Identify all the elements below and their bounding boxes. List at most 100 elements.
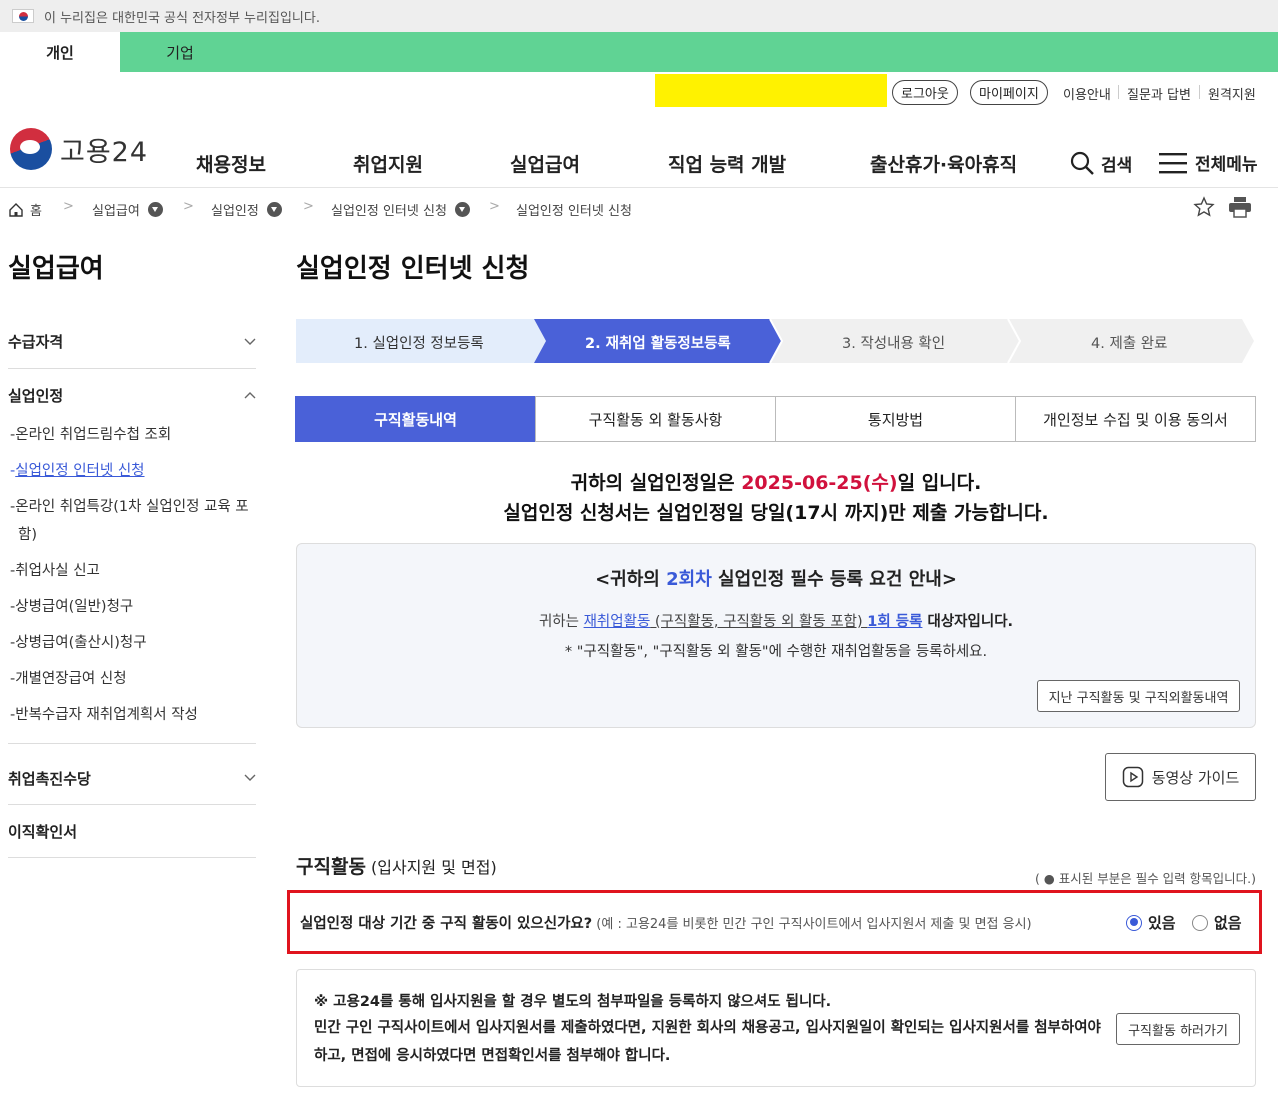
- mypage-button[interactable]: 마이페이지: [970, 80, 1048, 105]
- dropdown-icon[interactable]: [147, 202, 163, 217]
- left-nav-section-eligibility[interactable]: 수급자격: [8, 315, 256, 369]
- notice-text: 일 입니다.: [897, 472, 982, 494]
- content-tabs: 구직활동내역 구직활동 외 활동사항 통지방법 개인정보 수집 및 이용 동의서: [295, 396, 1256, 442]
- chevron-right-icon: >: [63, 199, 74, 214]
- subitem-label: 실업인정 인터넷 신청: [15, 463, 145, 479]
- print-icon: [1229, 197, 1251, 218]
- radio-no[interactable]: 없음: [1192, 912, 1242, 933]
- nav-jobs[interactable]: 채용정보: [196, 150, 266, 177]
- requirement-hint: * "구직활동", "구직활동 외 활동"에 수행한 재취업활동을 등록하세요.: [564, 644, 988, 660]
- breadcrumb: 홈 > 실업급여 > 실업인정 > 실업인정 인터넷 신청 > 실업인정 인터넷…: [0, 188, 1278, 228]
- hamburger-icon: [1159, 152, 1187, 173]
- video-guide-button[interactable]: 동영상 가이드: [1105, 753, 1256, 801]
- required-count: 1회 등록: [867, 614, 923, 630]
- radio-yes-label: 있음: [1148, 914, 1176, 932]
- round-count: 2회차: [666, 569, 712, 590]
- left-nav-section-recognition[interactable]: 실업인정: [8, 369, 256, 421]
- star-icon: [1193, 196, 1215, 217]
- req-text: (구직활동, 구직활동 외 활동 포함): [650, 614, 868, 630]
- tab-job-search-history[interactable]: 구직활동내역: [295, 396, 536, 442]
- page-title: 실업인정 인터넷 신청: [296, 254, 530, 284]
- section-label: 수급자격: [8, 333, 64, 351]
- chevron-right-icon: >: [303, 199, 314, 214]
- step-indicator: 1. 실업인정 정보등록 2. 재취업 활동정보등록 3. 작성내용 확인 4.…: [296, 319, 1256, 363]
- req-text: 대상자입니다.: [922, 614, 1014, 630]
- breadcrumb-label: 실업인정 인터넷 신청: [331, 204, 447, 219]
- all-menu-button[interactable]: 전체메뉴: [1159, 150, 1258, 175]
- tab-business[interactable]: 기업: [120, 32, 240, 72]
- gov-banner-text: 이 누리집은 대한민국 공식 전자정부 누리집입니다.: [44, 10, 320, 26]
- go-job-search-button[interactable]: 구직활동 하러가기: [1116, 1013, 1240, 1045]
- qna-link[interactable]: 질문과 답변: [1127, 84, 1191, 103]
- radio-unchecked-icon: [1192, 914, 1208, 931]
- recognition-date-notice: 귀하의 실업인정일은 2025-06-25(수)일 입니다. 실업인정 신청서는…: [296, 468, 1256, 528]
- requirement-title: <귀하의 2회차 실업인정 필수 등록 요건 안내>: [297, 565, 1255, 591]
- nav-employment-support[interactable]: 취업지원: [353, 150, 423, 177]
- left-nav-subitem[interactable]: -반복수급자 재취업계획서 작성: [8, 701, 256, 744]
- dropdown-icon[interactable]: [454, 202, 470, 217]
- video-guide-label: 동영상 가이드: [1151, 768, 1240, 787]
- left-nav-subitem[interactable]: -상병급여(일반)청구: [8, 593, 256, 621]
- redacted-user-name: [655, 74, 887, 107]
- tab-personal[interactable]: 개인: [0, 32, 120, 72]
- reemployment-activity-link[interactable]: 재취업활동: [584, 614, 651, 630]
- left-nav-subitem[interactable]: -취업사실 신고: [8, 557, 256, 585]
- nav-unemployment-benefit[interactable]: 실업급여: [510, 150, 580, 177]
- step-1: 1. 실업인정 정보등록: [354, 336, 484, 352]
- breadcrumb-label: 실업인정: [211, 204, 259, 219]
- guide-link[interactable]: 이용안내: [1063, 84, 1111, 103]
- tab-other-activities[interactable]: 구직활동 외 활동사항: [535, 396, 776, 442]
- korea-flag-icon: [12, 9, 34, 23]
- radio-no-label: 없음: [1214, 914, 1242, 932]
- title-text: <귀하의: [595, 569, 667, 590]
- all-menu-label: 전체메뉴: [1195, 155, 1258, 175]
- section-label: 이직확인서: [8, 822, 78, 841]
- attachment-info-box: ※ 고용24를 통해 입사지원을 할 경우 별도의 첨부파일을 등록하지 않으셔…: [296, 969, 1256, 1087]
- main-content: 실업인정 인터넷 신청 1. 실업인정 정보등록 2. 재취업 활동정보등록 3…: [287, 248, 1262, 1087]
- past-activity-history-button[interactable]: 지난 구직활동 및 구직외활동내역: [1037, 680, 1240, 712]
- step-2-current: 2. 재취업 활동정보등록: [585, 336, 731, 352]
- print-button[interactable]: [1226, 193, 1254, 221]
- subitem-label: 취업사실 신고: [15, 563, 100, 579]
- notice-text: 귀하의 실업인정일은: [570, 472, 742, 494]
- left-nav-subitem-active[interactable]: -실업인정 인터넷 신청: [8, 457, 256, 485]
- breadcrumb-item[interactable]: 실업인정 인터넷 신청: [331, 200, 470, 219]
- left-nav-section-separation[interactable]: 이직확인서: [8, 805, 256, 858]
- breadcrumb-home[interactable]: 홈: [8, 200, 42, 219]
- search-label: 검색: [1101, 155, 1133, 176]
- remote-support-link[interactable]: 원격지원: [1208, 84, 1256, 103]
- nav-vocational-training[interactable]: 직업 능력 개발: [668, 150, 786, 177]
- req-text: 귀하는: [538, 614, 584, 630]
- notice-deadline: 실업인정 신청서는 실업인정일 당일(17시 까지)만 제출 가능합니다.: [503, 502, 1049, 524]
- divider: [1118, 85, 1119, 99]
- radio-yes[interactable]: 있음: [1126, 912, 1176, 933]
- logout-button[interactable]: 로그아웃: [892, 80, 958, 105]
- logo[interactable]: 고용24: [10, 128, 148, 170]
- breadcrumb-item[interactable]: 실업급여: [92, 200, 163, 219]
- left-nav-subitem[interactable]: -상병급여(출산시)청구: [8, 629, 256, 657]
- breadcrumb-item[interactable]: 실업인정: [211, 200, 282, 219]
- chevron-right-icon: >: [183, 199, 194, 214]
- section-label: 실업인정: [8, 386, 64, 405]
- left-nav-subitem[interactable]: -온라인 취업특강(1차 실업인정 교육 포함): [8, 493, 256, 549]
- left-nav-subitem[interactable]: -개별연장급여 신청: [8, 665, 256, 693]
- tab-notification-method[interactable]: 통지방법: [775, 396, 1016, 442]
- breadcrumb-home-label: 홈: [30, 204, 42, 219]
- nav-parental-leave[interactable]: 출산휴가·육아휴직: [870, 150, 1017, 177]
- left-nav: 실업급여 수급자격 실업인정 -온라인 취업드림수첩 조회 -실업인정 인터넷 …: [8, 248, 256, 858]
- taegeuk-logo-icon: [10, 128, 52, 170]
- home-icon: [9, 202, 23, 217]
- gov-banner: 이 누리집은 대한민국 공식 전자정부 누리집입니다.: [0, 0, 1278, 32]
- section-title-text: 구직활동: [296, 856, 366, 878]
- subitem-label: 온라인 취업드림수첩 조회: [15, 427, 172, 443]
- bookmark-button[interactable]: [1190, 193, 1218, 221]
- dropdown-icon[interactable]: [266, 202, 282, 217]
- requirement-line: 귀하는 재취업활동 (구직활동, 구직활동 외 활동 포함) 1회 등록 대상자…: [297, 610, 1255, 631]
- job-search-question-row: 실업인정 대상 기간 중 구직 활동이 있으신가요? (예 : 고용24를 비롯…: [287, 890, 1262, 954]
- left-nav-section-bonus[interactable]: 취업촉진수당: [8, 752, 256, 805]
- left-nav-subitem[interactable]: -온라인 취업드림수첩 조회: [8, 421, 256, 449]
- tab-privacy-consent[interactable]: 개인정보 수집 및 이용 동의서: [1015, 396, 1256, 442]
- search-button[interactable]: 검색: [1069, 150, 1132, 176]
- play-video-icon: [1122, 766, 1143, 788]
- chevron-down-icon: [244, 338, 256, 345]
